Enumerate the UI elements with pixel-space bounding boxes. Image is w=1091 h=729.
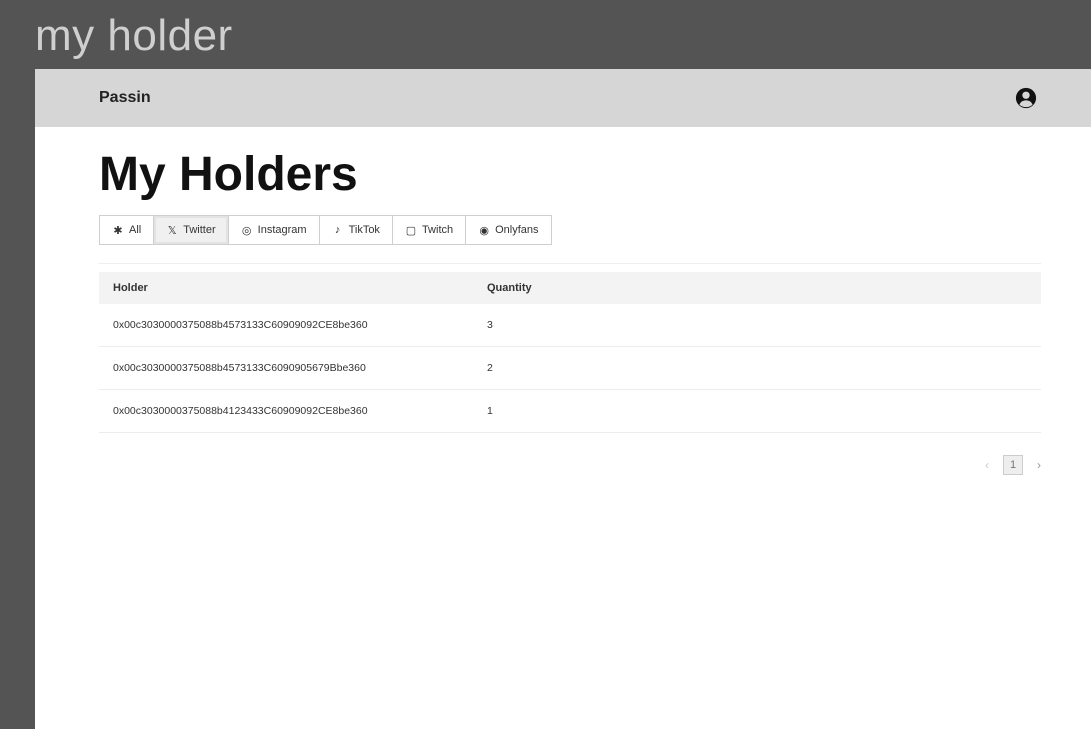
navbar: Passin: [35, 69, 1091, 127]
platform-filter-group: ✱ All 𝕏 Twitter ◎ Instagram ♪ TikTok ▢ T…: [99, 215, 552, 245]
holder-address: 0x00c3030000375088b4573133C60909092CE8be…: [113, 319, 368, 331]
filter-label: TikTok: [348, 224, 380, 236]
holders-table: Holder Quantity 0x00c3030000375088b45731…: [99, 263, 1041, 433]
x-icon: 𝕏: [167, 224, 177, 237]
table-row[interactable]: 0x00c3030000375088b4573133C6090905679Bbe…: [99, 347, 1041, 390]
holder-address: 0x00c3030000375088b4573133C6090905679Bbe…: [113, 362, 366, 374]
column-header-quantity[interactable]: Quantity: [475, 282, 532, 294]
holder-quantity: 2: [487, 362, 493, 374]
page-title: My Holders: [99, 148, 358, 201]
holder-quantity: 3: [487, 319, 493, 331]
filter-all-button[interactable]: ✱ All: [100, 216, 155, 244]
filter-label: Twitch: [421, 224, 454, 236]
tiktok-icon: ♪: [334, 224, 341, 236]
window-title: my holder: [35, 11, 233, 60]
table-row[interactable]: 0x00c3030000375088b4573133C60909092CE8be…: [99, 304, 1041, 347]
filter-label: Onlyfans: [495, 224, 539, 236]
table-row[interactable]: 0x00c3030000375088b4123433C60909092CE8be…: [99, 390, 1041, 433]
twitch-icon: ▢: [405, 224, 417, 237]
filter-twitch-button[interactable]: ▢ Twitch: [392, 216, 467, 244]
filter-onlyfans-button[interactable]: ◉ Onlyfans: [466, 216, 551, 244]
main-content: My Holders ✱ All 𝕏 Twitter ◎ Instagram ♪…: [35, 127, 1091, 475]
next-page-button[interactable]: ›: [1037, 458, 1041, 472]
filter-twitter-button[interactable]: 𝕏 Twitter: [154, 216, 229, 244]
star-icon: ✱: [113, 224, 123, 237]
brand-logo[interactable]: Passin: [99, 89, 151, 107]
filter-label: Twitter: [183, 224, 216, 236]
filter-label: Instagram: [257, 224, 307, 236]
column-header-holder[interactable]: Holder: [99, 282, 475, 294]
app-frame: Passin My Holders ✱ All 𝕏 Twitter ◎ Inst…: [35, 69, 1091, 729]
prev-page-button[interactable]: ‹: [985, 458, 989, 472]
filter-tiktok-button[interactable]: ♪ TikTok: [319, 216, 393, 244]
onlyfans-icon: ◉: [479, 224, 489, 237]
holder-address: 0x00c3030000375088b4123433C60909092CE8be…: [113, 405, 368, 417]
pagination: ‹ 1 ›: [99, 455, 1041, 475]
user-circle-icon[interactable]: [1015, 87, 1037, 109]
holder-quantity: 1: [487, 405, 493, 417]
filter-label: All: [129, 224, 142, 236]
filter-instagram-button[interactable]: ◎ Instagram: [228, 216, 320, 244]
instagram-icon: ◎: [241, 224, 252, 237]
page-number-button[interactable]: 1: [1003, 455, 1023, 475]
table-header: Holder Quantity: [99, 272, 1041, 304]
